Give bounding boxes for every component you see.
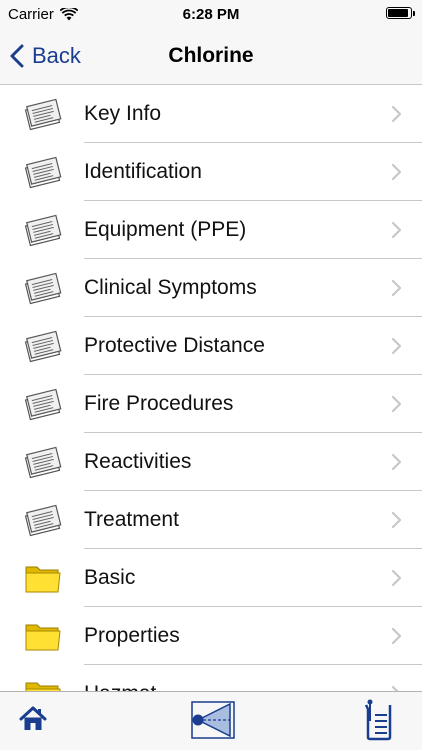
tab-reactivity[interactable] [362, 699, 396, 746]
list-item-fire-procedures[interactable]: Fire Procedures [0, 375, 422, 433]
list-item-treatment[interactable]: Treatment [0, 491, 422, 549]
chevron-right-icon [391, 511, 402, 529]
list-item-properties[interactable]: Properties [0, 607, 422, 665]
chevron-right-icon [391, 279, 402, 297]
list-item-label: Clinical Symptoms [84, 276, 257, 299]
tab-home[interactable] [18, 706, 48, 737]
list-item-reactivities[interactable]: Reactivities [0, 433, 422, 491]
list-item-identification[interactable]: Identification [0, 143, 422, 201]
tab-bar [0, 691, 422, 750]
chevron-right-icon [391, 453, 402, 471]
document-icon [22, 329, 64, 363]
home-icon [19, 706, 47, 730]
topic-list: Key Info Identification Equipment (PPE) … [0, 85, 422, 691]
protective-distance-icon [191, 701, 235, 739]
chevron-right-icon [391, 395, 402, 413]
document-icon [22, 97, 64, 131]
list-item-protective-distance[interactable]: Protective Distance [0, 317, 422, 375]
list-item-label: Identification [84, 160, 202, 183]
folder-icon [22, 619, 64, 653]
chevron-right-icon [391, 337, 402, 355]
chevron-right-icon [391, 627, 402, 645]
chevron-right-icon [391, 105, 402, 123]
folder-icon [22, 561, 64, 595]
document-icon [22, 503, 64, 537]
list-item-label: Treatment [84, 508, 179, 531]
list-item-basic[interactable]: Basic [0, 549, 422, 607]
battery-fill [388, 9, 408, 17]
list-item-label: Reactivities [84, 450, 192, 473]
battery-icon [386, 7, 415, 19]
list-item-label: Fire Procedures [84, 392, 234, 415]
status-time: 6:28 PM [182, 6, 240, 23]
list-item-hazmat[interactable]: Hazmat [0, 665, 422, 691]
folder-icon [22, 677, 64, 691]
document-icon [22, 445, 64, 479]
list-item-key-info[interactable]: Key Info [0, 85, 422, 143]
list-item-equipment-ppe[interactable]: Equipment (PPE) [0, 201, 422, 259]
list-item-clinical-symptoms[interactable]: Clinical Symptoms [0, 259, 422, 317]
status-bar: Carrier 6:28 PM [0, 0, 422, 28]
list-item-label: Key Info [84, 102, 162, 125]
status-right [386, 7, 415, 19]
document-icon [22, 387, 64, 421]
beaker-icon [364, 699, 392, 741]
list-item-label: Equipment (PPE) [84, 218, 247, 241]
chevron-right-icon [391, 569, 402, 587]
chevron-right-icon [391, 163, 402, 181]
list-item-label: Hazmat [84, 665, 156, 691]
document-icon [22, 155, 64, 189]
page-title: Chlorine [168, 44, 254, 67]
navigation-bar: Back Chlorine [0, 28, 422, 85]
list-item-label: Properties [84, 624, 180, 647]
list-item-label: Basic [84, 566, 136, 589]
document-icon [22, 271, 64, 305]
chevron-right-icon [391, 221, 402, 239]
list-item-label: Protective Distance [84, 334, 265, 357]
tab-protective-distance[interactable] [190, 700, 236, 745]
document-icon [22, 213, 64, 247]
